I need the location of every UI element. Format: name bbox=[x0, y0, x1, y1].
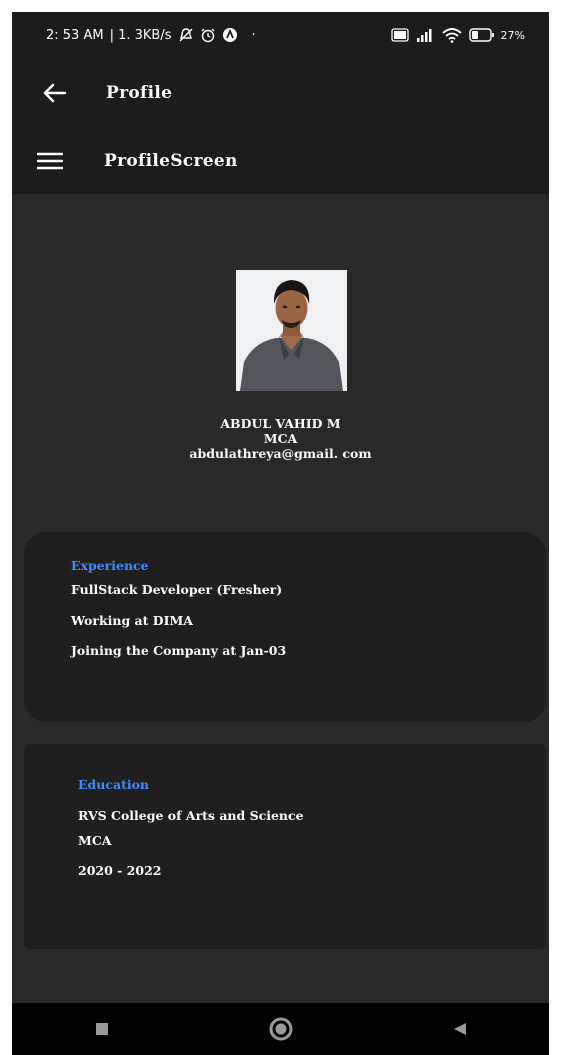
screen-title: ProfileScreen bbox=[104, 151, 238, 171]
menu-button[interactable] bbox=[28, 139, 72, 183]
profile-photo bbox=[236, 270, 347, 391]
square-icon bbox=[95, 1023, 108, 1035]
wifi-icon bbox=[441, 27, 463, 43]
experience-title: Experience bbox=[71, 558, 149, 573]
top-app-bar: Profile bbox=[12, 58, 549, 128]
status-right: 27% bbox=[390, 27, 525, 43]
battery-icon bbox=[468, 28, 495, 42]
status-bar: 2: 53 AM | 1. 3KB/s · 27% bbox=[12, 12, 549, 58]
profile-email: abdulathreya@gmail. com bbox=[189, 446, 372, 461]
mute-icon bbox=[178, 27, 194, 43]
app-icon bbox=[222, 27, 238, 43]
dot-icon: · bbox=[251, 27, 256, 43]
hamburger-icon bbox=[37, 152, 63, 170]
education-card: Education RVS College of Arts and Scienc… bbox=[24, 744, 546, 949]
experience-line: Working at DIMA bbox=[71, 613, 193, 628]
profile-degree: MCA bbox=[263, 431, 298, 446]
profile-info: ABDUL VAHID M MCA abdulathreya@gmail. co… bbox=[12, 416, 549, 461]
recents-button[interactable] bbox=[82, 1009, 122, 1049]
home-button[interactable] bbox=[261, 1009, 301, 1049]
back-button[interactable] bbox=[32, 71, 76, 115]
back-nav-button[interactable] bbox=[440, 1009, 480, 1049]
page-title: Profile bbox=[106, 83, 173, 103]
system-nav-bar bbox=[12, 1003, 549, 1055]
profile-name: ABDUL VAHID M bbox=[220, 416, 341, 431]
education-line: 2020 - 2022 bbox=[78, 863, 162, 878]
screen-toolbar: ProfileScreen bbox=[12, 128, 549, 194]
status-speed: | 1. 3KB/s bbox=[109, 27, 172, 43]
status-left: 2: 53 AM | 1. 3KB/s · bbox=[46, 27, 256, 43]
triangle-back-icon bbox=[453, 1023, 466, 1035]
experience-card: Experience FullStack Developer (Fresher)… bbox=[24, 532, 546, 722]
signal-icon bbox=[415, 28, 435, 42]
status-time: 2: 53 AM bbox=[46, 27, 104, 43]
battery-percent: 27% bbox=[500, 28, 525, 42]
volte-icon bbox=[390, 28, 409, 42]
experience-line: FullStack Developer (Fresher) bbox=[71, 582, 283, 597]
circle-icon bbox=[269, 1017, 292, 1041]
phone-screen: 2: 53 AM | 1. 3KB/s · 27% Profile Profil… bbox=[12, 12, 549, 1055]
alarm-icon bbox=[200, 27, 216, 43]
education-line: MCA bbox=[78, 833, 112, 848]
education-line: RVS College of Arts and Science bbox=[78, 808, 304, 823]
education-title: Education bbox=[78, 777, 150, 792]
experience-line: Joining the Company at Jan-03 bbox=[71, 643, 287, 658]
back-arrow-icon bbox=[43, 83, 67, 103]
person-photo-icon bbox=[236, 270, 347, 391]
